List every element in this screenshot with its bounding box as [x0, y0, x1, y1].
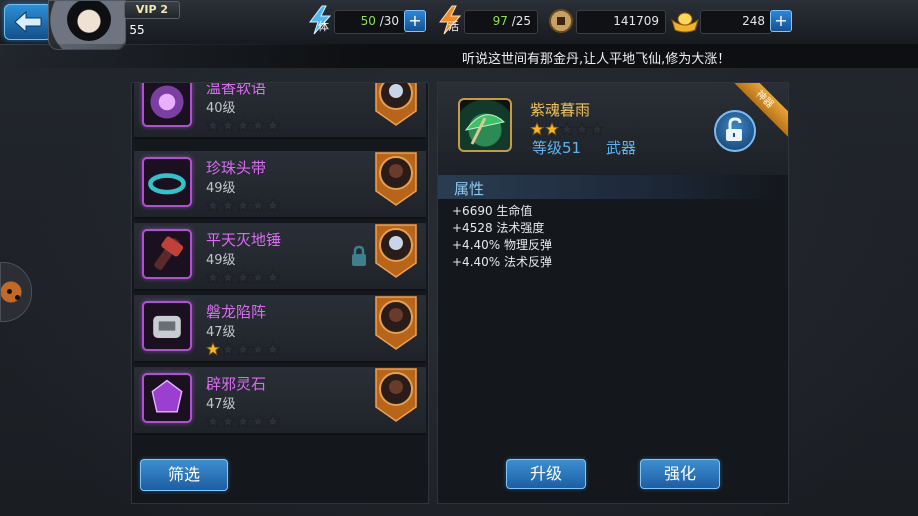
coins-value: 141709 [613, 14, 659, 28]
equipment-level: 49级 [206, 253, 236, 268]
equipment-icon [142, 301, 192, 351]
equipment-detail-panel: 紫魂暮雨 等级51 武器 神器 属性 +6690 生命值 +4528 法术强度 +4… [437, 82, 789, 504]
player-avatar[interactable] [48, 0, 126, 50]
stamina-label: 体 [318, 20, 329, 33]
vitality-bar: 97 /25 [464, 10, 538, 34]
weapon-umbrella-icon [458, 98, 512, 152]
equipment-level: 49级 [206, 181, 236, 196]
arrow-left-icon [14, 11, 42, 33]
equipment-icon [142, 157, 192, 207]
player-level: 55 [129, 23, 145, 37]
copper-coin-icon [549, 9, 573, 33]
detail-level: 等级51 [532, 139, 582, 157]
detail-name: 紫魂暮雨 [530, 101, 591, 119]
hero-owner-badge-icon [375, 296, 417, 350]
gold-bar: 248 [700, 10, 772, 34]
stamina-bar: 50 /30 [334, 10, 406, 34]
attribute-line: +4528 法术强度 [452, 221, 545, 235]
stamina-add-button[interactable]: + [404, 10, 426, 32]
detail-header: 紫魂暮雨 等级51 武器 神器 [438, 83, 788, 175]
equipment-stars [206, 117, 281, 132]
equipment-stars [206, 413, 281, 428]
vip-badge[interactable]: VIP 2 [124, 1, 180, 19]
gold-value: 248 [742, 14, 765, 28]
equipment-row[interactable]: 温香软语 40级 [134, 83, 426, 139]
stamina-current: 50 [360, 14, 376, 28]
attribute-line: +6690 生命值 [452, 204, 533, 218]
equipment-stars [206, 197, 281, 212]
equipment-name: 珍珠头带 [206, 159, 267, 177]
hero-owner-badge-icon [375, 368, 417, 422]
upgrade-button[interactable]: 升级 [506, 459, 586, 489]
detail-type: 武器 [606, 139, 637, 157]
coins-bar: 141709 [576, 10, 666, 34]
equipment-name: 平天灭地锤 [206, 231, 282, 249]
hero-owner-badge-icon [375, 152, 417, 206]
equipment-row[interactable]: 辟邪灵石 47级 [134, 367, 426, 435]
news-ticker: 听说这世间有那金丹,让人平地飞仙,修为大涨！ [0, 44, 918, 68]
unlock-button[interactable] [714, 110, 756, 152]
hero-owner-badge-icon [375, 83, 417, 126]
attributes-list: +6690 生命值 +4528 法术强度 +4.40% 物理反弹 +4.40% 法术反… [452, 203, 552, 271]
equipment-stars [206, 269, 281, 284]
attributes-header: 属性 [438, 175, 788, 199]
ticker-text: 听说这世间有那金丹,让人平地飞仙,修为大涨！ [462, 52, 731, 67]
equipment-level: 47级 [206, 325, 236, 340]
back-button[interactable] [4, 4, 52, 40]
equipment-level: 40级 [206, 101, 236, 116]
lock-icon [352, 245, 366, 266]
vitality-label: 活 [448, 20, 459, 33]
attribute-line: +4.40% 物理反弹 [452, 238, 552, 252]
equipment-icon [142, 373, 192, 423]
equipment-icon [142, 83, 192, 127]
equipment-name: 磐龙陷阵 [206, 303, 267, 321]
equipment-row[interactable]: 平天灭地锤 49级 [134, 223, 426, 291]
equipment-list[interactable]: 温香软语 40级 珍珠头带 49级 平天灭地锤 49级 磐龙陷阵 47级 辟邪灵石 47级 [132, 83, 428, 439]
gold-ingot-icon [671, 12, 699, 33]
unlocked-padlock-icon [726, 117, 742, 141]
equipment-level: 47级 [206, 397, 236, 412]
equipment-list-panel: 温香软语 40级 珍珠头带 49级 平天灭地锤 49级 磐龙陷阵 47级 辟邪灵石 47级 筛选 [131, 82, 429, 504]
equipment-name: 辟邪灵石 [206, 375, 267, 393]
top-bar: VIP 2 55 体 50 /30 + 活 97 /25 141709 248 … [0, 0, 918, 50]
attribute-line: +4.40% 法术反弹 [452, 255, 552, 269]
enhance-button[interactable]: 强化 [640, 459, 720, 489]
vitality-max: /25 [511, 14, 531, 28]
gold-add-button[interactable]: + [770, 10, 792, 32]
vitality-current: 97 [492, 14, 508, 28]
avatar-portrait [67, 1, 111, 41]
equipment-icon [142, 229, 192, 279]
attributes-title: 属性 [454, 180, 485, 198]
hero-owner-badge-icon [375, 224, 417, 278]
equipment-row[interactable]: 珍珠头带 49级 [134, 151, 426, 219]
filter-button[interactable]: 筛选 [140, 459, 228, 491]
equipment-row[interactable]: 磐龙陷阵 47级 [134, 295, 426, 363]
equipment-name: 温香软语 [206, 83, 267, 97]
equipment-stars [206, 341, 281, 356]
stamina-max: /30 [379, 14, 399, 28]
